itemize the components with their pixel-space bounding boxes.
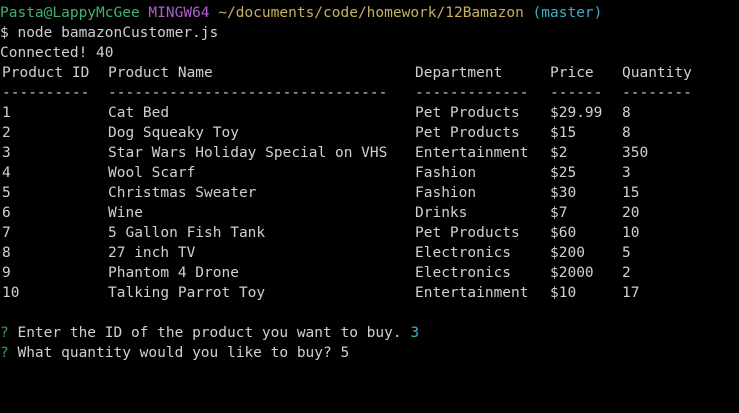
cell-id: 6 — [2, 205, 11, 221]
cell-id: 1 — [2, 105, 11, 121]
cell-department: Electronics — [415, 245, 512, 261]
question-text: Enter the ID of the product you want to … — [17, 325, 402, 341]
table-row: 5 Christmas Sweater Fashion $30 15 — [0, 183, 739, 203]
cell-department: Entertainment — [415, 145, 529, 161]
prompt-branch: (master) — [532, 5, 603, 21]
table-row: 9 Phantom 4 Drone Electronics $2000 2 — [0, 263, 739, 283]
cell-id: 5 — [2, 185, 11, 201]
cell-quantity: 10 — [622, 225, 640, 241]
question-mark-icon: ? — [0, 345, 9, 361]
table-row: 1 Cat Bed Pet Products $29.99 8 — [0, 103, 739, 123]
separator-quantity: -------- — [622, 85, 692, 101]
terminal-window[interactable]: Pasta@LappyMcGee MINGW64 ~/documents/cod… — [0, 0, 739, 413]
separator-name: -------------------------------- — [108, 85, 388, 101]
cell-id: 9 — [2, 265, 11, 281]
separator-id: ---------- — [2, 85, 90, 101]
table-row: 10 Talking Parrot Toy Entertainment $10 … — [0, 283, 739, 303]
cell-department: Pet Products — [415, 225, 520, 241]
question-mark-icon: ? — [0, 325, 9, 341]
cell-department: Pet Products — [415, 105, 520, 121]
cell-quantity: 5 — [622, 245, 631, 261]
question-id-line: ? Enter the ID of the product you want t… — [0, 323, 739, 343]
table-body: 1 Cat Bed Pet Products $29.99 8 2 Dog Sq… — [0, 103, 739, 303]
cell-price: $10 — [550, 285, 577, 301]
cell-price: $2000 — [550, 265, 594, 281]
question-quantity-line: ? What quantity would you like to buy? 5 — [0, 343, 739, 363]
cell-name: Phantom 4 Drone — [108, 265, 239, 281]
cell-price: $29.99 — [550, 105, 603, 121]
cell-id: 8 — [2, 245, 11, 261]
cell-name: Cat Bed — [108, 105, 170, 121]
cell-id: 4 — [2, 165, 11, 181]
cell-name: Christmas Sweater — [108, 185, 257, 201]
prompt-system: MINGW64 — [148, 5, 210, 21]
prompt-user-host: Pasta@LappyMcGee — [0, 5, 140, 21]
cell-price: $25 — [550, 165, 577, 181]
cell-name: Star Wars Holiday Special on VHS — [108, 145, 388, 161]
answer-input[interactable]: 5 — [340, 345, 349, 361]
table-header-row: Product ID Product Name Department Price… — [0, 63, 739, 83]
cell-department: Electronics — [415, 265, 512, 281]
header-id: Product ID — [2, 65, 90, 81]
answer-input[interactable]: 3 — [410, 325, 419, 341]
table-row: 6 Wine Drinks $7 20 — [0, 203, 739, 223]
separator-department: ------------- — [415, 85, 529, 101]
table-row: 4 Wool Scarf Fashion $25 3 — [0, 163, 739, 183]
cell-department: Drinks — [415, 205, 468, 221]
cell-name: 5 Gallon Fish Tank — [108, 225, 266, 241]
connected-message: Connected! 40 — [0, 45, 114, 61]
command-line: $ node bamazonCustomer.js — [0, 25, 219, 41]
cell-department: Fashion — [415, 185, 477, 201]
header-price: Price — [550, 65, 594, 81]
cell-id: 7 — [2, 225, 11, 241]
cell-name: Wine — [108, 205, 143, 221]
header-department: Department — [415, 65, 503, 81]
cell-name: 27 inch TV — [108, 245, 196, 261]
cell-price: $60 — [550, 225, 577, 241]
question-text: What quantity would you like to buy? — [17, 345, 332, 361]
cell-department: Pet Products — [415, 125, 520, 141]
cell-quantity: 2 — [622, 265, 631, 281]
table-row: 8 27 inch TV Electronics $200 5 — [0, 243, 739, 263]
cell-quantity: 17 — [622, 285, 640, 301]
prompt-path: ~/documents/code/homework/12Bamazon — [218, 5, 524, 21]
cell-price: $30 — [550, 185, 577, 201]
table-row: 3 Star Wars Holiday Special on VHS Enter… — [0, 143, 739, 163]
cell-price: $15 — [550, 125, 577, 141]
cell-price: $2 — [550, 145, 568, 161]
cell-name: Dog Squeaky Toy — [108, 125, 239, 141]
cell-id: 2 — [2, 125, 11, 141]
table-row: 2 Dog Squeaky Toy Pet Products $15 8 — [0, 123, 739, 143]
table-row: 7 5 Gallon Fish Tank Pet Products $60 10 — [0, 223, 739, 243]
cell-department: Entertainment — [415, 285, 529, 301]
cell-quantity: 8 — [622, 125, 631, 141]
cell-department: Fashion — [415, 165, 477, 181]
cell-price: $7 — [550, 205, 568, 221]
cell-name: Wool Scarf — [108, 165, 196, 181]
cell-id: 10 — [2, 285, 20, 301]
cell-price: $200 — [550, 245, 585, 261]
header-quantity: Quantity — [622, 65, 692, 81]
cell-quantity: 8 — [622, 105, 631, 121]
cell-quantity: 15 — [622, 185, 640, 201]
cell-quantity: 20 — [622, 205, 640, 221]
cell-id: 3 — [2, 145, 11, 161]
cell-name: Talking Parrot Toy — [108, 285, 266, 301]
separator-price: ------ — [550, 85, 603, 101]
header-name: Product Name — [108, 65, 213, 81]
table-separator-row: ---------- -----------------------------… — [0, 83, 739, 103]
cell-quantity: 3 — [622, 165, 631, 181]
shell-prompt-line: Pasta@LappyMcGee MINGW64 ~/documents/cod… — [0, 3, 739, 23]
cell-quantity: 350 — [622, 145, 649, 161]
